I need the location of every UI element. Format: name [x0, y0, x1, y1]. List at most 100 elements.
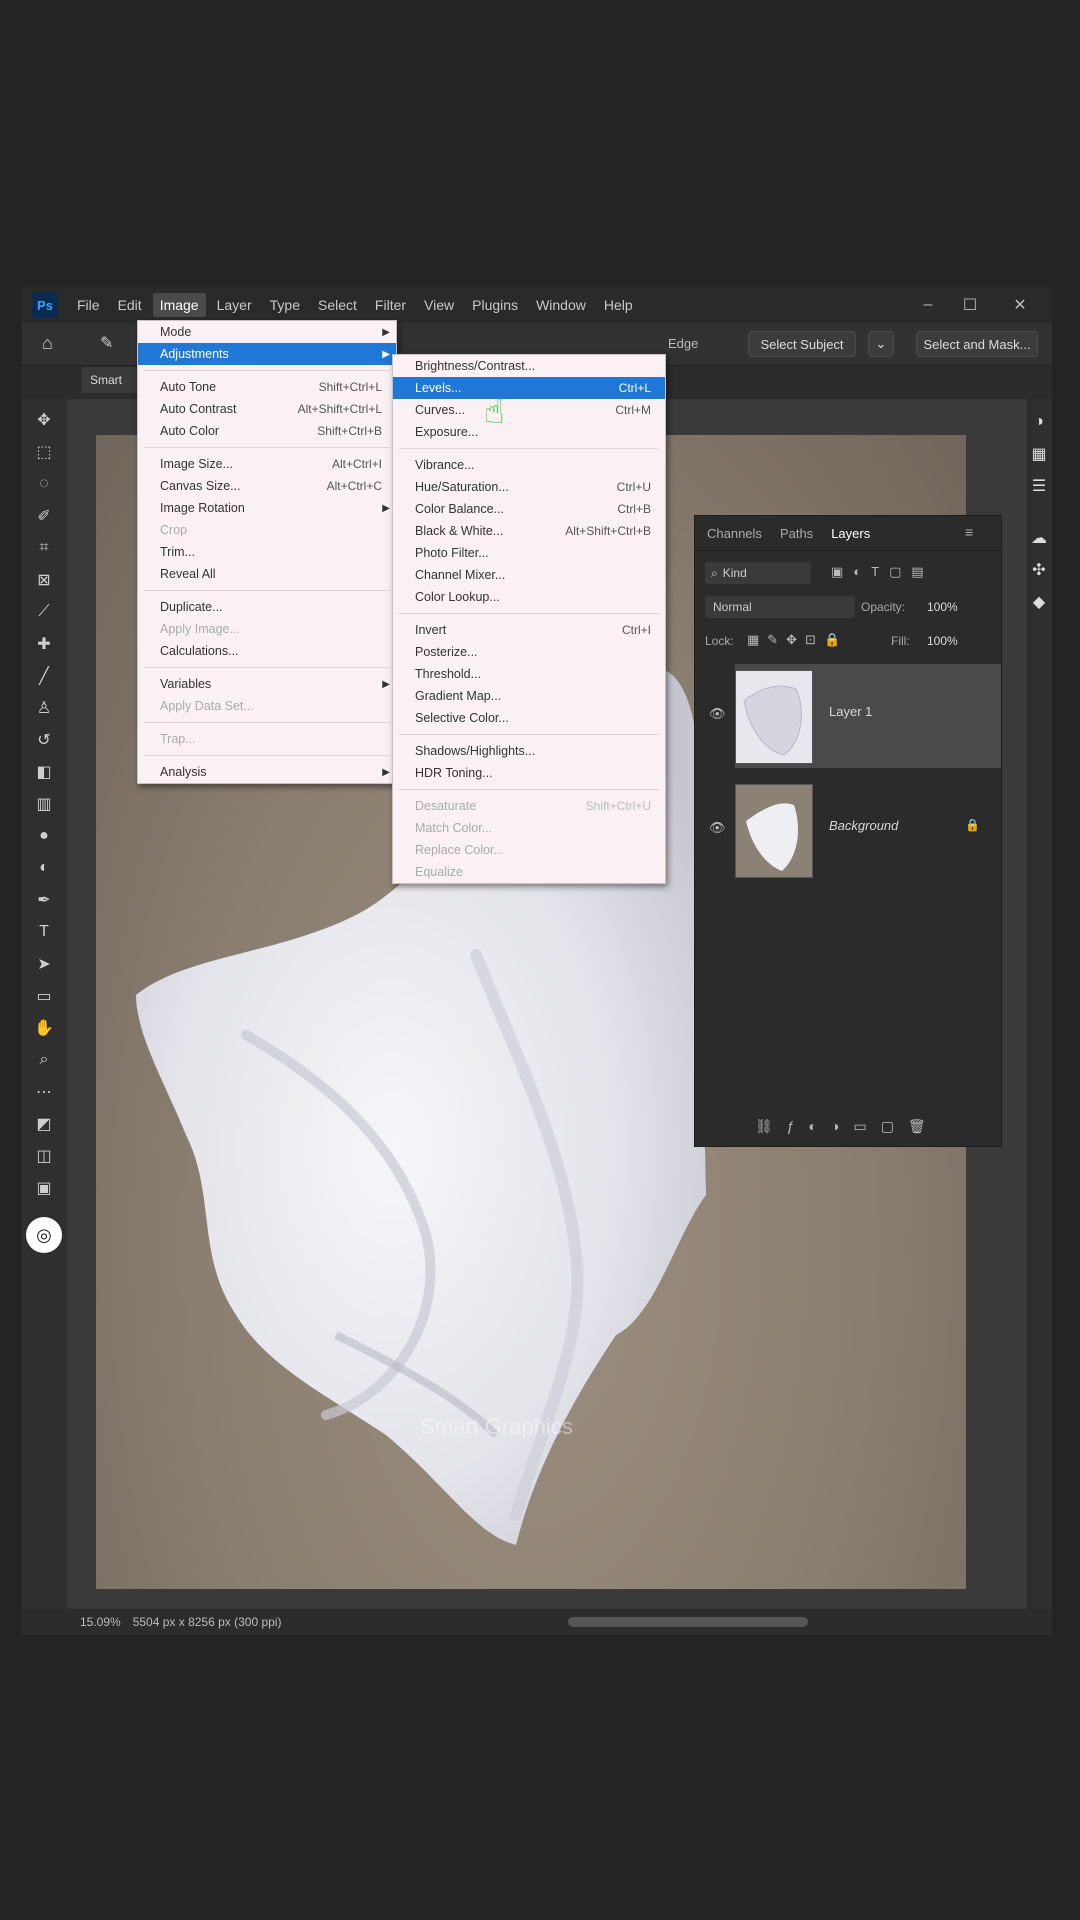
eyedropper-tool-icon[interactable]: ⟋: [30, 601, 58, 623]
tab-paths[interactable]: Paths: [780, 526, 813, 541]
menu-plugins[interactable]: Plugins: [465, 293, 525, 317]
menu-item-calculations[interactable]: Calculations...: [138, 640, 396, 662]
opacity-value[interactable]: 100%: [927, 600, 958, 614]
select-and-mask-button[interactable]: Select and Mask...: [916, 331, 1038, 357]
menu-item-trim[interactable]: Trim...: [138, 541, 396, 563]
select-subject-dropdown-icon[interactable]: ⌄: [868, 331, 894, 357]
quick-select-tool-icon[interactable]: ✐: [30, 505, 58, 527]
dodge-tool-icon[interactable]: ◐: [30, 857, 58, 879]
menu-item-image-size[interactable]: Image Size... Alt+Ctrl+I: [138, 453, 396, 475]
gradient-tool-icon[interactable]: ▥: [30, 793, 58, 815]
visibility-eye-icon[interactable]: 👁: [709, 706, 726, 722]
blend-mode-select[interactable]: Normal: [705, 596, 855, 618]
tab-channels[interactable]: Channels: [707, 526, 762, 541]
menu-item-photo-filter[interactable]: Photo Filter...: [393, 542, 665, 564]
menu-item-mode[interactable]: Mode ▶: [138, 321, 396, 343]
layer-row-background[interactable]: 👁 Background 🔒: [709, 778, 1001, 882]
menu-item-threshold[interactable]: Threshold...: [393, 663, 665, 685]
menu-item-auto-color[interactable]: Auto Color Shift+Ctrl+B: [138, 420, 396, 442]
layer-filter-select[interactable]: ⌕ Kind: [705, 562, 811, 584]
menu-item-color-balance[interactable]: Color Balance... Ctrl+B: [393, 498, 665, 520]
menu-item-brightness-contrast[interactable]: Brightness/Contrast...: [393, 355, 665, 377]
layers-panel-icon[interactable]: ◆: [1024, 589, 1054, 615]
layers-panel-footer-icons[interactable]: ⛓ƒ◐◑▭▢🗑: [755, 1118, 940, 1135]
screen-mode-icon[interactable]: ▣: [30, 1177, 58, 1199]
layer-name[interactable]: Background: [829, 818, 898, 833]
lasso-tool-icon[interactable]: ◌: [30, 473, 58, 495]
clone-stamp-tool-icon[interactable]: ♙: [30, 697, 58, 719]
eraser-tool-icon[interactable]: ◧: [30, 761, 58, 783]
generative-ai-icon[interactable]: ◎: [26, 1217, 62, 1253]
rectangle-tool-icon[interactable]: ▭: [30, 985, 58, 1007]
select-subject-button[interactable]: Select Subject: [748, 331, 856, 357]
type-tool-icon[interactable]: T: [30, 921, 58, 943]
home-icon[interactable]: ⌂: [42, 333, 53, 354]
menu-edit[interactable]: Edit: [111, 293, 149, 317]
crop-tool-icon[interactable]: ⌗: [30, 537, 58, 559]
horizontal-scrollbar[interactable]: [568, 1617, 808, 1627]
menu-window[interactable]: Window: [529, 293, 593, 317]
menu-select[interactable]: Select: [311, 293, 364, 317]
fill-value[interactable]: 100%: [927, 634, 958, 648]
maximize-button[interactable]: ☐: [950, 291, 990, 319]
menu-item-invert[interactable]: Invert Ctrl+I: [393, 619, 665, 641]
blur-tool-icon[interactable]: ●: [30, 825, 58, 847]
color-swatches-icon[interactable]: ◩: [30, 1113, 58, 1135]
menu-layer[interactable]: Layer: [210, 293, 259, 317]
menu-file[interactable]: File: [70, 293, 107, 317]
menu-item-curves[interactable]: Curves... Ctrl+M: [393, 399, 665, 421]
menu-item-analysis[interactable]: Analysis ▶: [138, 761, 396, 783]
menu-item-gradient-map[interactable]: Gradient Map...: [393, 685, 665, 707]
marquee-tool-icon[interactable]: ⬚: [30, 441, 58, 463]
menu-item-hue-saturation[interactable]: Hue/Saturation... Ctrl+U: [393, 476, 665, 498]
menu-filter[interactable]: Filter: [368, 293, 413, 317]
menu-item-hdr-toning[interactable]: HDR Toning...: [393, 762, 665, 784]
hand-tool-icon[interactable]: ✋: [30, 1017, 58, 1039]
visibility-eye-icon[interactable]: 👁: [709, 820, 726, 836]
move-tool-icon[interactable]: ✥: [30, 409, 58, 431]
panel-menu-icon[interactable]: ≡: [965, 524, 973, 540]
menu-item-levels[interactable]: Levels... Ctrl+L: [393, 377, 665, 399]
libraries-panel-icon[interactable]: ☁: [1024, 525, 1054, 551]
menu-type[interactable]: Type: [263, 293, 307, 317]
photoshop-logo-icon[interactable]: Ps: [32, 292, 58, 318]
layer-row-layer-1[interactable]: 👁 Layer 1: [709, 664, 1001, 768]
swatches-panel-icon[interactable]: ▦: [1024, 441, 1054, 467]
menu-item-selective-color[interactable]: Selective Color...: [393, 707, 665, 729]
color-panel-icon[interactable]: ◑: [1024, 409, 1054, 435]
quick-mask-icon[interactable]: ◫: [30, 1145, 58, 1167]
menu-item-shadows-highlights[interactable]: Shadows/Highlights...: [393, 740, 665, 762]
tab-layers[interactable]: Layers: [831, 526, 870, 541]
minimize-button[interactable]: –: [908, 291, 948, 319]
zoom-tool-icon[interactable]: ⌕: [30, 1049, 58, 1071]
adjustments-panel-icon[interactable]: ✣: [1024, 557, 1054, 583]
menu-item-vibrance[interactable]: Vibrance...: [393, 454, 665, 476]
menu-item-duplicate[interactable]: Duplicate...: [138, 596, 396, 618]
pen-tool-icon[interactable]: ✒: [30, 889, 58, 911]
menu-item-canvas-size[interactable]: Canvas Size... Alt+Ctrl+C: [138, 475, 396, 497]
menu-item-auto-tone[interactable]: Auto Tone Shift+Ctrl+L: [138, 376, 396, 398]
path-selection-tool-icon[interactable]: ➤: [30, 953, 58, 975]
menu-item-exposure[interactable]: Exposure...: [393, 421, 665, 443]
menu-item-color-lookup[interactable]: Color Lookup...: [393, 586, 665, 608]
properties-panel-icon[interactable]: ☰: [1024, 473, 1054, 499]
close-button[interactable]: ✕: [1000, 291, 1040, 319]
history-brush-tool-icon[interactable]: ↺: [30, 729, 58, 751]
menu-item-reveal-all[interactable]: Reveal All: [138, 563, 396, 585]
lock-icons[interactable]: ▦✎✥⊡🔒: [747, 632, 848, 648]
brush-tool-icon[interactable]: ╱: [30, 665, 58, 687]
menu-item-channel-mixer[interactable]: Channel Mixer...: [393, 564, 665, 586]
layer-filter-icons[interactable]: ▣◐T▢▤: [831, 564, 934, 580]
menu-item-posterize[interactable]: Posterize...: [393, 641, 665, 663]
quick-selection-brush-icon[interactable]: ✎: [100, 333, 113, 353]
menu-item-variables[interactable]: Variables ▶: [138, 673, 396, 695]
menu-item-image-rotation[interactable]: Image Rotation ▶: [138, 497, 396, 519]
menu-item-adjustments[interactable]: Adjustments ▶: [138, 343, 396, 365]
frame-tool-icon[interactable]: ⊠: [30, 569, 58, 591]
healing-brush-tool-icon[interactable]: ✚: [30, 633, 58, 655]
menu-item-auto-contrast[interactable]: Auto Contrast Alt+Shift+Ctrl+L: [138, 398, 396, 420]
menu-item-black-white[interactable]: Black & White... Alt+Shift+Ctrl+B: [393, 520, 665, 542]
menu-help[interactable]: Help: [597, 293, 640, 317]
menu-view[interactable]: View: [417, 293, 461, 317]
more-tools-icon[interactable]: ⋯: [30, 1081, 58, 1103]
